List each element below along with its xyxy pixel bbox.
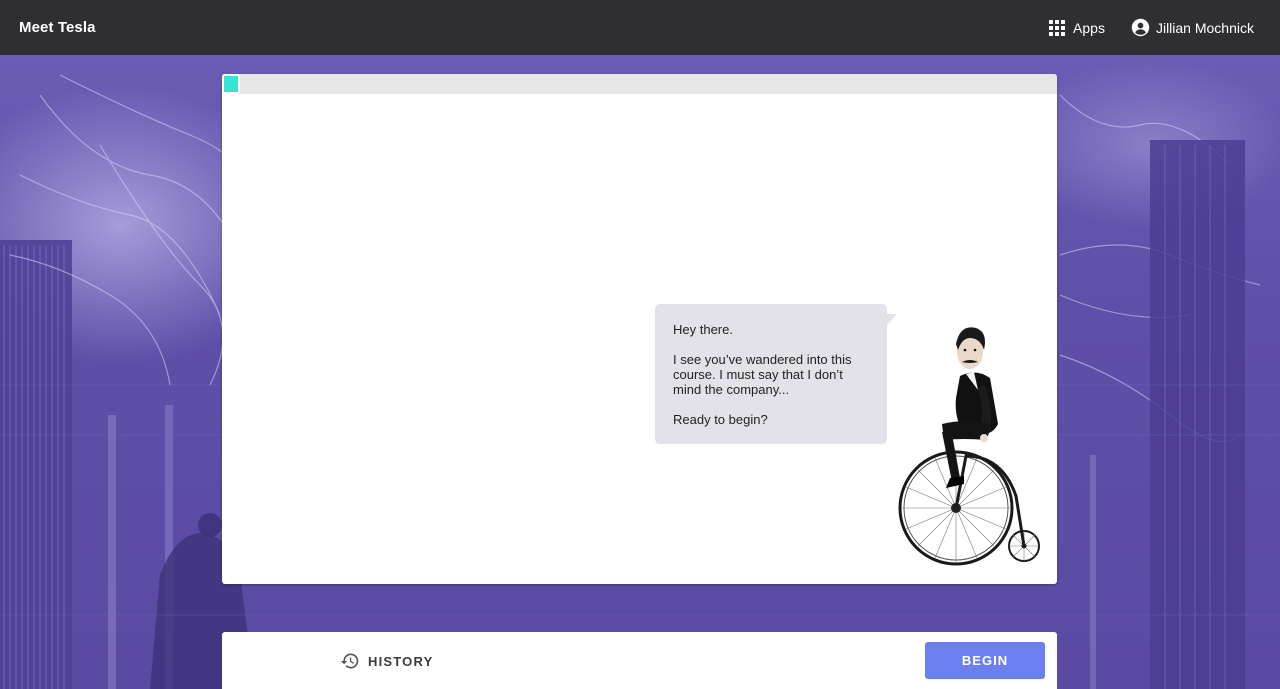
apps-menu-button[interactable]: Apps: [1049, 19, 1105, 36]
user-name: Jillian Mochnick: [1155, 19, 1254, 36]
dialog-greeting: Hey there.: [673, 322, 733, 337]
history-button[interactable]: HISTORY: [340, 650, 433, 672]
progress-bar: [222, 74, 1057, 94]
history-label: HISTORY: [368, 653, 434, 669]
top-bar-actions: Apps Jillian Mochnick: [1049, 18, 1254, 37]
apps-label: Apps: [1073, 19, 1105, 36]
top-app-bar: Meet Tesla Apps Jillian Mochnick: [0, 0, 1280, 55]
tesla-penny-farthing-illustration: [898, 327, 1040, 566]
app-title: Meet Tesla: [19, 19, 96, 36]
begin-button[interactable]: BEGIN: [925, 642, 1045, 679]
progress-bar-fill: [222, 74, 240, 94]
lesson-controls-bar: HISTORY BEGIN: [222, 632, 1057, 689]
user-account-button[interactable]: Jillian Mochnick: [1131, 18, 1254, 37]
dialog-question: Ready to begin?: [673, 412, 768, 427]
account-circle-icon: [1131, 18, 1150, 37]
lesson-card: Hey there. I see you’ve wandered into th…: [222, 74, 1057, 584]
history-icon: [340, 653, 359, 669]
speech-bubble: Hey there. I see you’ve wandered into th…: [655, 304, 897, 444]
dialog-message: I see you’ve wandered into this course. …: [673, 352, 852, 397]
apps-grid-icon: [1049, 19, 1066, 36]
